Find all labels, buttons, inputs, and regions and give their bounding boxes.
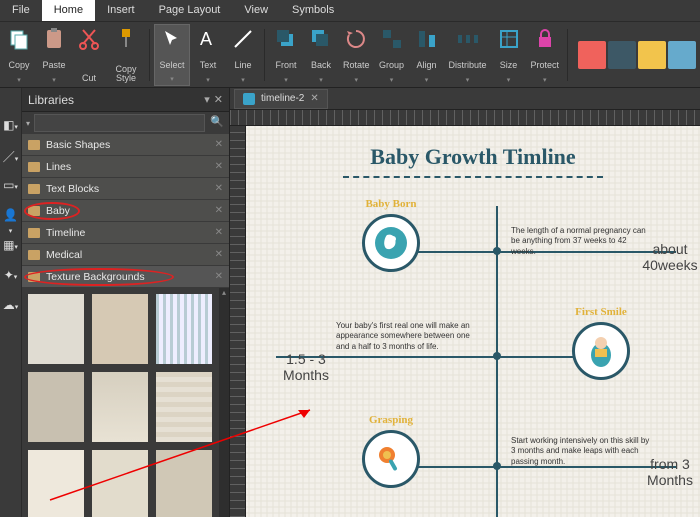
ruler-vertical (230, 126, 246, 517)
texture-thumb[interactable] (156, 294, 212, 364)
copy-style-button[interactable]: Copy Style (107, 24, 145, 86)
document-tab[interactable]: timeline-2 ✕ (234, 89, 328, 109)
size-button[interactable]: Size▾ (492, 24, 526, 86)
search-dropdown-icon[interactable]: ▾ (26, 119, 30, 128)
menu-page-layout[interactable]: Page Layout (147, 0, 233, 21)
tool-person-icon[interactable]: 👤▾ (3, 208, 19, 224)
tool-cloud-icon[interactable]: ☁▾ (3, 298, 19, 314)
texture-thumb[interactable] (92, 372, 148, 442)
select-button[interactable]: Select▾ (154, 24, 190, 86)
texture-thumb[interactable] (28, 450, 84, 517)
canvas-area: timeline-2 ✕ Baby Growth Timline Baby Bo… (230, 88, 700, 517)
line-button[interactable]: Line▾ (226, 24, 260, 86)
color-swatches (578, 41, 696, 69)
category-list: Basic Shapes✕ Lines✕ Text Blocks✕ Baby✕ … (22, 134, 229, 288)
distribute-button[interactable]: Distribute▾ (445, 24, 491, 86)
event-time: 1.5 - 3 Months (266, 351, 346, 383)
texture-grid: ▴ (22, 288, 229, 517)
tool-star-icon[interactable]: ✦▾ (3, 268, 19, 284)
group-button[interactable]: Group▾ (375, 24, 409, 86)
canvas-page[interactable]: Baby Growth Timline Baby Born The length… (246, 126, 700, 517)
left-toolbar: ◧▾ ／▾ ▭▾ 👤▾ ▦▾ ✦▾ ☁▾ (0, 88, 22, 517)
category-timeline[interactable]: Timeline✕ (22, 222, 229, 244)
tool-page-icon[interactable]: ▭▾ (3, 178, 19, 194)
category-texture-backgrounds[interactable]: Texture Backgrounds✕ (22, 266, 229, 288)
menu-insert[interactable]: Insert (95, 0, 147, 21)
ruler-horizontal (230, 110, 700, 126)
tab-label: timeline-2 (261, 93, 304, 104)
libraries-panel: Libraries ▾ ✕ ▾ 🔍 Basic Shapes✕ Lines✕ T… (22, 88, 230, 517)
event-desc: Your baby's first real one will make an … (336, 321, 476, 352)
category-text-blocks[interactable]: Text Blocks✕ (22, 178, 229, 200)
close-icon[interactable]: ✕ (215, 205, 223, 216)
menu-bar: File Home Insert Page Layout View Symbol… (0, 0, 700, 22)
swatch-1[interactable] (578, 41, 606, 69)
close-icon[interactable]: ✕ (215, 183, 223, 194)
close-icon[interactable]: ✕ (215, 271, 223, 282)
swatch-4[interactable] (668, 41, 696, 69)
protect-button[interactable]: Protect▾ (527, 24, 564, 86)
event-label: Grasping (369, 414, 413, 426)
texture-thumb[interactable] (156, 450, 212, 517)
category-basic-shapes[interactable]: Basic Shapes✕ (22, 134, 229, 156)
doc-icon (243, 93, 255, 105)
event-time: about 40weeks (630, 241, 700, 273)
tool-line-icon[interactable]: ／▾ (3, 148, 19, 164)
rotate-button[interactable]: Rotate▾ (339, 24, 374, 86)
cut-button[interactable]: Cut (72, 24, 106, 86)
category-medical[interactable]: Medical✕ (22, 244, 229, 266)
menu-view[interactable]: View (232, 0, 280, 21)
swatch-3[interactable] (638, 41, 666, 69)
copy-button[interactable]: Copy▾ (2, 24, 36, 86)
align-button[interactable]: Align▾ (410, 24, 444, 86)
tool-shapes-icon[interactable]: ◧▾ (3, 118, 19, 134)
menu-symbols[interactable]: Symbols (280, 0, 346, 21)
texture-thumb[interactable] (92, 450, 148, 517)
texture-thumb[interactable] (28, 372, 84, 442)
menu-file[interactable]: File (0, 0, 42, 21)
texture-thumb[interactable] (156, 372, 212, 442)
front-button[interactable]: Front▾ (269, 24, 303, 86)
panel-close-icon[interactable]: ✕ (214, 93, 223, 106)
back-button[interactable]: Back▾ (304, 24, 338, 86)
close-icon[interactable]: ✕ (215, 249, 223, 260)
texture-thumb[interactable] (28, 294, 84, 364)
category-lines[interactable]: Lines✕ (22, 156, 229, 178)
search-icon[interactable]: 🔍 (209, 115, 225, 131)
swatch-2[interactable] (608, 41, 636, 69)
ribbon: Copy▾ Paste▾ Cut Copy Style Select▾ ATex… (0, 22, 700, 88)
event-label: First Smile (575, 306, 627, 318)
paste-button[interactable]: Paste▾ (37, 24, 71, 86)
panel-menu-icon[interactable]: ▾ (204, 93, 210, 106)
search-input[interactable] (34, 114, 205, 132)
close-icon[interactable]: ✕ (215, 227, 223, 238)
close-icon[interactable]: ✕ (215, 161, 223, 172)
text-button[interactable]: AText▾ (191, 24, 225, 86)
menu-home[interactable]: Home (42, 0, 95, 21)
close-icon[interactable]: ✕ (215, 139, 223, 150)
svg-text:A: A (200, 29, 212, 49)
tool-chart-icon[interactable]: ▦▾ (3, 238, 19, 254)
libraries-title: Libraries (28, 93, 74, 107)
page-title: Baby Growth Timline (246, 144, 700, 170)
event-time: from 3 Months (630, 456, 700, 488)
event-label: Baby Born (365, 198, 416, 210)
category-baby[interactable]: Baby✕ (22, 200, 229, 222)
texture-thumb[interactable] (92, 294, 148, 364)
close-icon[interactable]: ✕ (310, 93, 318, 104)
